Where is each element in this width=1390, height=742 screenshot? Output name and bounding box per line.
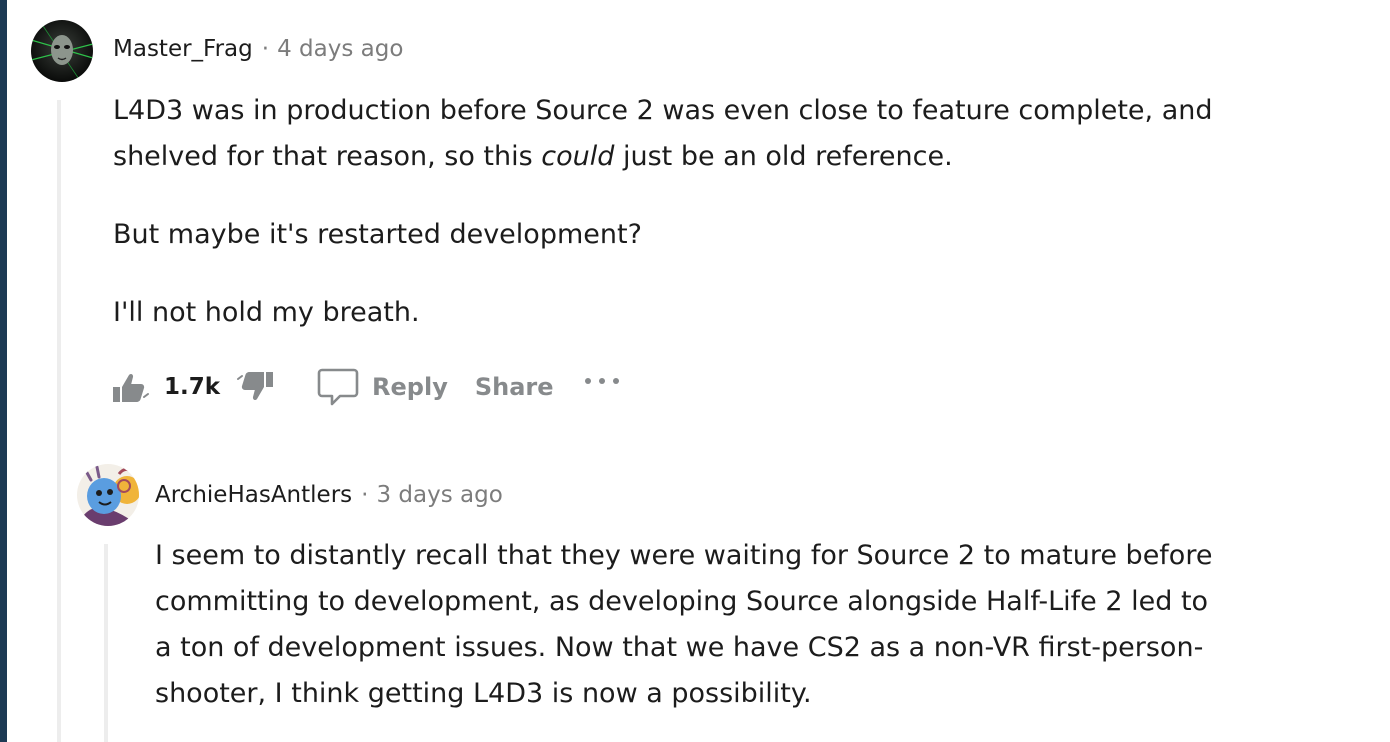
comment-text: a ton of development issues. Now that we… xyxy=(155,632,1204,663)
comment-text: I seem to distantly recall that they wer… xyxy=(155,540,1213,571)
emphasis-text: could xyxy=(541,141,615,172)
comment-meta: ArchieHasAntlers · 3 days ago xyxy=(155,482,503,508)
meta-separator: · xyxy=(361,482,369,508)
meta-separator: · xyxy=(261,36,270,62)
share-label: Share xyxy=(474,373,554,401)
reply-label: Reply xyxy=(372,373,448,401)
comment-paragraph: But maybe it's restarted development? xyxy=(113,219,642,250)
author-name[interactable]: Master_Frag xyxy=(113,36,253,62)
comment-text: L4D3 was in production before Source 2 w… xyxy=(113,95,1213,126)
comment-actions: 1.7k Reply Share xyxy=(110,364,620,410)
window-edge xyxy=(0,0,7,742)
downvote-icon xyxy=(237,372,274,401)
comment-text: shooter, I think getting L4D3 is now a p… xyxy=(155,678,812,709)
avatar-image xyxy=(77,464,139,526)
upvote-icon xyxy=(113,373,149,402)
comment-icon xyxy=(317,368,359,406)
more-icon xyxy=(584,378,619,384)
comment-paragraph: I seem to distantly recall that they wer… xyxy=(155,533,1355,717)
share-button[interactable]: Share xyxy=(475,373,554,401)
more-options-button[interactable] xyxy=(584,375,620,387)
comment-text: committing to development, as developing… xyxy=(155,586,1209,617)
avatar[interactable] xyxy=(31,20,93,82)
timestamp[interactable]: 4 days ago xyxy=(277,36,403,62)
downvote-button[interactable] xyxy=(236,367,276,407)
author-name[interactable]: ArchieHasAntlers xyxy=(155,482,352,508)
avatar-image xyxy=(31,20,93,82)
comment-meta: Master_Frag · 4 days ago xyxy=(113,36,403,62)
comment-text: just be an old reference. xyxy=(614,141,953,172)
comment-body: I seem to distantly recall that they wer… xyxy=(155,533,1355,717)
avatar[interactable] xyxy=(77,464,139,526)
vote-count: 1.7k xyxy=(164,374,221,400)
upvote-button[interactable] xyxy=(110,367,150,407)
timestamp[interactable]: 3 days ago xyxy=(376,482,502,508)
comment-text: shelved for that reason, so this xyxy=(113,141,542,172)
comment-paragraph: L4D3 was in production before Source 2 w… xyxy=(113,88,1333,180)
comment-paragraph: I'll not hold my breath. xyxy=(113,297,420,328)
thread-line[interactable] xyxy=(57,100,61,742)
thread-line[interactable] xyxy=(104,544,108,742)
reply-button[interactable]: Reply xyxy=(316,365,448,409)
comment-body: L4D3 was in production before Source 2 w… xyxy=(113,88,1333,336)
